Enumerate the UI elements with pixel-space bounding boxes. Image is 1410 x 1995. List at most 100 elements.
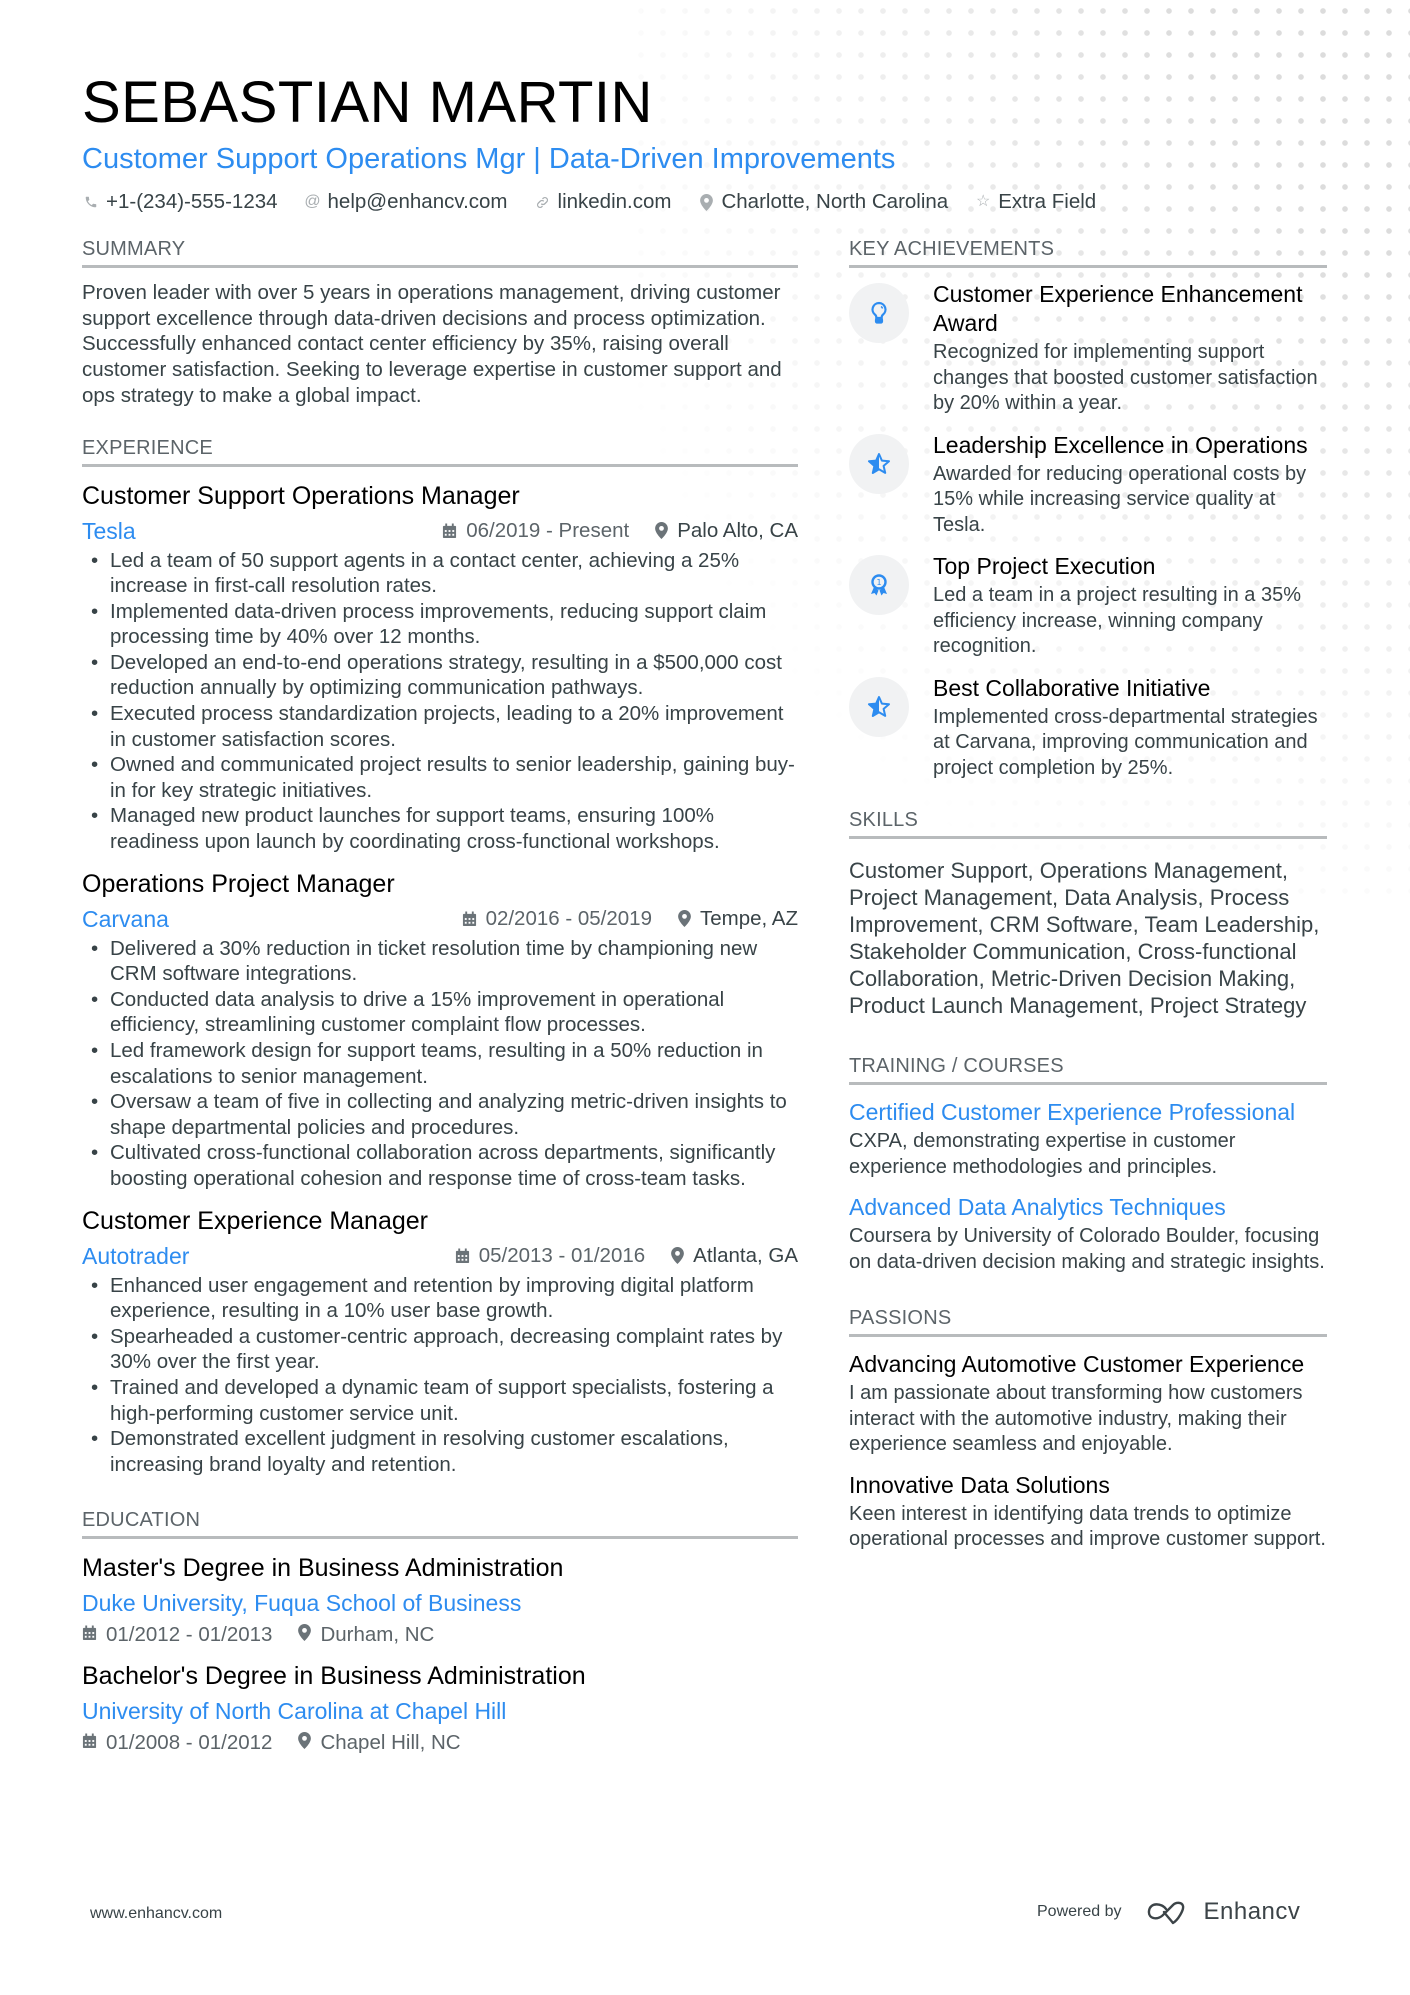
calendar-icon (455, 1248, 470, 1264)
course-title[interactable]: Advanced Data Analytics Techniques (849, 1192, 1327, 1222)
job-location: Atlanta, GA (671, 1242, 798, 1270)
resume-page: SEBASTIAN MARTIN Customer Support Operat… (0, 0, 1410, 1995)
company-name[interactable]: Autotrader (82, 1242, 189, 1270)
contact-email[interactable]: @ help@enhancv.com (304, 188, 507, 216)
degree-title: Master's Degree in Business Administrati… (82, 1554, 564, 1583)
passion-title: Innovative Data Solutions (849, 1471, 1110, 1498)
bullet-item: Executed process standardization project… (82, 701, 798, 752)
course-item: Advanced Data Analytics Techniques Cours… (849, 1192, 1327, 1275)
bullet-item: Oversaw a team of five in collecting and… (82, 1089, 798, 1140)
bullet-item: Delivered a 30% reduction in ticket reso… (82, 936, 798, 987)
company-name[interactable]: Tesla (82, 517, 136, 545)
achievement-description: Implemented cross-departmental strategie… (933, 705, 1318, 779)
job-dates: 02/2016 - 05/2019 (462, 905, 652, 933)
award-ribbon-icon: 1 (849, 555, 909, 615)
bullet-item: Demonstrated excellent judgment in resol… (82, 1426, 798, 1477)
education-item: Master's Degree in Business Administrati… (82, 1551, 798, 1649)
section-title-key-achievements: KEY ACHIEVEMENTS (849, 236, 1327, 268)
education-section: EDUCATION Master's Degree in Business Ad… (82, 1507, 798, 1757)
summary-text: Proven leader with over 5 years in opera… (82, 281, 782, 407)
resume-header: SEBASTIAN MARTIN Customer Support Operat… (82, 68, 1332, 216)
brand-name: Enhancv (1203, 1898, 1301, 1925)
bullet-item: Cultivated cross-functional collaboratio… (82, 1140, 798, 1191)
experience-item: Customer Experience Manager Autotrader 0… (82, 1204, 798, 1478)
lightbulb-icon (849, 283, 909, 343)
key-achievements-section: KEY ACHIEVEMENTS Customer Experience Enh… (849, 236, 1327, 781)
achievement-item: 1 Top Project Execution Led a team in a … (849, 552, 1327, 660)
skills-section: SKILLS Customer Support, Operations Mana… (849, 807, 1327, 1019)
education-location: Durham, NC (298, 1621, 434, 1649)
location-pin-icon (678, 910, 691, 928)
job-location: Palo Alto, CA (655, 517, 798, 545)
education-dates: 01/2012 - 01/2013 (82, 1621, 272, 1649)
bullet-item: Led a team of 50 support agents in a con… (82, 548, 798, 599)
job-title: Customer Experience Manager (82, 1206, 428, 1235)
achievement-description: Recognized for implementing support chan… (933, 341, 1318, 414)
course-description: CXPA, demonstrating expertise in custome… (849, 1130, 1236, 1178)
degree-title: Bachelor's Degree in Business Administra… (82, 1662, 586, 1691)
experience-section: EXPERIENCE Customer Support Operations M… (82, 435, 798, 1478)
at-icon: @ (304, 193, 321, 210)
svg-text:1: 1 (876, 578, 881, 587)
education-dates: 01/2008 - 01/2012 (82, 1729, 272, 1757)
job-bullets: Led a team of 50 support agents in a con… (82, 548, 798, 855)
bullet-item: Trained and developed a dynamic team of … (82, 1375, 798, 1426)
footer-website-link[interactable]: www.enhancv.com (90, 1905, 222, 1923)
job-bullets: Delivered a 30% reduction in ticket reso… (82, 936, 798, 1192)
school-name[interactable]: Duke University, Fuqua School of Busines… (82, 1587, 798, 1619)
course-title[interactable]: Certified Customer Experience Profession… (849, 1097, 1327, 1127)
footer-branding: Powered by Enhancv (1037, 1898, 1300, 1926)
passions-section: PASSIONS Advancing Automotive Customer E… (849, 1305, 1327, 1553)
achievement-item: Best Collaborative Initiative Implemente… (849, 674, 1327, 782)
job-title: Operations Project Manager (82, 869, 395, 898)
achievement-title: Best Collaborative Initiative (933, 674, 1211, 701)
achievement-title: Top Project Execution (933, 553, 1156, 579)
link-icon (534, 195, 552, 210)
section-title-skills: SKILLS (849, 807, 1327, 839)
left-column: SUMMARY Proven leader with over 5 years … (82, 236, 798, 1779)
bullet-item: Implemented data-driven process improvem… (82, 599, 798, 650)
experience-item: Operations Project Manager Carvana 02/20… (82, 867, 798, 1192)
contact-location: Charlotte, North Carolina (697, 188, 948, 216)
calendar-icon (442, 523, 457, 539)
passion-item: Innovative Data Solutions Keen interest … (849, 1470, 1327, 1553)
calendar-icon (82, 1729, 97, 1757)
phone-icon (82, 195, 100, 209)
passion-item: Advancing Automotive Customer Experience… (849, 1349, 1327, 1458)
section-title-summary: SUMMARY (82, 236, 798, 268)
achievement-description: Awarded for reducing operational costs b… (933, 462, 1307, 536)
job-dates: 06/2019 - Present (442, 517, 629, 545)
passion-title: Advancing Automotive Customer Experience (849, 1351, 1305, 1377)
location-pin-icon (298, 1621, 312, 1649)
bullet-item: Spearheaded a customer-centric approach,… (82, 1324, 798, 1375)
section-title-passions: PASSIONS (849, 1305, 1327, 1337)
star-outline-icon: ☆ (976, 193, 991, 210)
company-name[interactable]: Carvana (82, 905, 169, 933)
bullet-item: Managed new product launches for support… (82, 803, 798, 854)
section-title-experience: EXPERIENCE (82, 435, 798, 467)
candidate-name: SEBASTIAN MARTIN (82, 70, 653, 135)
enhancv-logo-icon (1147, 1901, 1184, 1925)
course-item: Certified Customer Experience Profession… (849, 1097, 1327, 1180)
bullet-item: Conducted data analysis to drive a 15% i… (82, 987, 798, 1038)
calendar-icon (462, 911, 477, 927)
section-title-training: TRAINING / COURSES (849, 1053, 1327, 1085)
powered-by-label: Powered by (1037, 1903, 1122, 1920)
training-section: TRAINING / COURSES Certified Customer Ex… (849, 1053, 1327, 1275)
right-column: KEY ACHIEVEMENTS Customer Experience Enh… (849, 236, 1327, 1575)
contact-extra-field: ☆ Extra Field (974, 188, 1096, 216)
achievement-title: Customer Experience Enhancement Award (933, 281, 1303, 336)
job-title: Customer Support Operations Manager (82, 481, 520, 510)
school-name[interactable]: University of North Carolina at Chapel H… (82, 1695, 798, 1727)
job-bullets: Enhanced user engagement and retention b… (82, 1273, 798, 1478)
enhancv-logo[interactable]: Enhancv (1146, 1898, 1301, 1926)
bullet-item: Enhanced user engagement and retention b… (82, 1273, 798, 1324)
achievement-title: Leadership Excellence in Operations (933, 431, 1308, 458)
education-item: Bachelor's Degree in Business Administra… (82, 1659, 798, 1757)
location-pin-icon (298, 1729, 312, 1757)
contact-linkedin[interactable]: linkedin.com (534, 188, 671, 216)
contact-phone[interactable]: +1-(234)-555-1234 (82, 188, 278, 216)
calendar-icon (82, 1621, 97, 1649)
skills-list: Customer Support, Operations Management,… (849, 858, 1320, 1018)
half-star-icon (849, 676, 909, 737)
